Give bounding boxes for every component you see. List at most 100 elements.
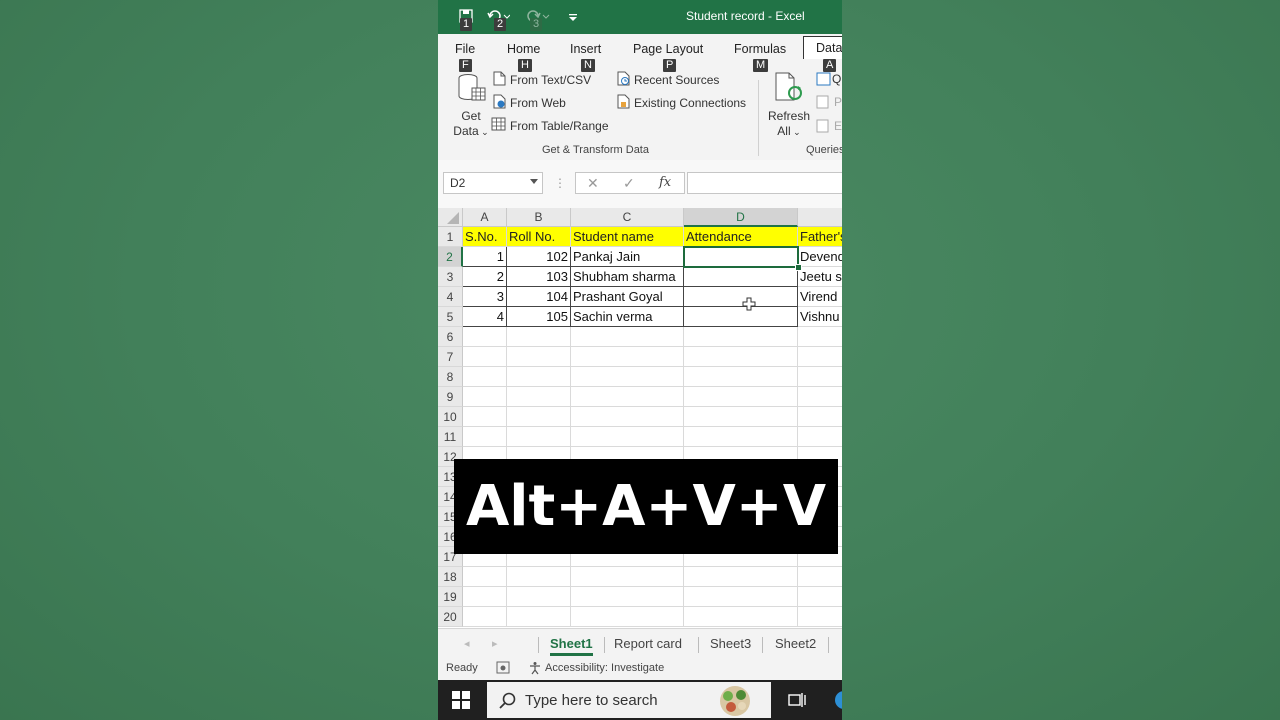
cell-a2[interactable]: 1 xyxy=(463,247,507,267)
tab-data[interactable]: Data xyxy=(803,36,842,59)
cell-d3[interactable] xyxy=(684,267,798,287)
accessibility-icon[interactable] xyxy=(528,661,542,678)
insert-function-icon[interactable]: fx xyxy=(659,175,671,190)
tab-page-layout[interactable]: Page Layout xyxy=(633,42,703,56)
cancel-icon[interactable]: ✕ xyxy=(587,175,599,192)
cell-e5[interactable]: Vishnu xyxy=(798,307,842,327)
queries-connections-icon[interactable] xyxy=(816,72,832,91)
fill-handle[interactable] xyxy=(795,264,802,271)
cell-b4[interactable]: 104 xyxy=(507,287,571,307)
scroll-left-icon[interactable]: ◂ xyxy=(464,637,470,650)
from-text-csv-button[interactable]: From Text/CSV xyxy=(493,71,591,89)
formula-bar: D2 ⋮ ✕ ✓ fx xyxy=(438,160,842,208)
macro-record-icon[interactable] xyxy=(496,661,510,677)
sheet-tab-sheet1[interactable]: Sheet1 xyxy=(550,636,593,656)
cell-e4[interactable]: Virend xyxy=(798,287,842,307)
tab-insert[interactable]: Insert xyxy=(570,42,601,56)
refresh-label-2: All xyxy=(777,124,791,138)
enter-icon[interactable]: ✓ xyxy=(623,175,635,192)
row-header-18[interactable]: 18 xyxy=(438,567,463,587)
sheet-separator xyxy=(762,637,763,653)
more-options-icon[interactable]: ⋮ xyxy=(554,176,566,190)
cell-c5[interactable]: Sachin verma xyxy=(571,307,684,327)
row-header-4[interactable]: 4 xyxy=(438,287,463,307)
from-table-range-button[interactable]: From Table/Range xyxy=(491,117,609,134)
cell-c1[interactable]: Student name xyxy=(571,227,684,247)
row-header-2[interactable]: 2 xyxy=(438,247,463,267)
row-header-6[interactable]: 6 xyxy=(438,327,463,347)
excel-window: 1 2 3 Student record - Excel File F Home… xyxy=(438,0,842,720)
column-header-d[interactable]: D xyxy=(684,208,798,227)
edge-browser-icon[interactable] xyxy=(834,690,842,715)
row-header-9[interactable]: 9 xyxy=(438,387,463,407)
cell-d1[interactable]: Attendance xyxy=(684,227,798,247)
row-header-20[interactable]: 20 xyxy=(438,607,463,627)
column-header-e[interactable] xyxy=(798,208,842,227)
row-header-10[interactable]: 10 xyxy=(438,407,463,427)
cell-d4[interactable] xyxy=(684,287,798,307)
get-data-button[interactable]: Get Data ⌄ xyxy=(452,72,490,140)
cell-d2[interactable] xyxy=(684,247,798,267)
accessibility-status[interactable]: Accessibility: Investigate xyxy=(545,662,664,674)
recent-sources-button[interactable]: Recent Sources xyxy=(617,71,719,89)
cell-b2[interactable]: 102 xyxy=(507,247,571,267)
refresh-all-button[interactable]: Refresh All ⌄ xyxy=(768,72,810,140)
recent-sources-label: Recent Sources xyxy=(634,73,720,87)
chevron-down-icon: ⌄ xyxy=(790,127,801,137)
cell-a4[interactable]: 3 xyxy=(463,287,507,307)
cell-b5[interactable]: 105 xyxy=(507,307,571,327)
chevron-down-icon[interactable] xyxy=(530,179,538,184)
row-header-5[interactable]: 5 xyxy=(438,307,463,327)
row-header-11[interactable]: 11 xyxy=(438,427,463,447)
column-header-c[interactable]: C xyxy=(571,208,684,227)
search-icon xyxy=(499,692,516,714)
cell-a5[interactable]: 4 xyxy=(463,307,507,327)
worksheet-grid[interactable]: A B C D 1 2 3 4 5 6 7 8 9 10 11 12 13 14… xyxy=(438,208,842,628)
name-box-value: D2 xyxy=(450,176,466,190)
cell-b1[interactable]: Roll No. xyxy=(507,227,571,247)
sheet-tab-sheet2[interactable]: Sheet2 xyxy=(775,636,816,651)
row-header-3[interactable]: 3 xyxy=(438,267,463,287)
from-web-button[interactable]: From Web xyxy=(493,94,566,112)
sheet-separator xyxy=(604,637,605,653)
taskbar-search-box[interactable]: Type here to search xyxy=(487,682,771,718)
task-view-icon[interactable] xyxy=(788,692,806,713)
text-file-icon xyxy=(493,71,506,89)
cell-a1[interactable]: S.No. xyxy=(463,227,507,247)
customize-qat-icon[interactable] xyxy=(568,10,578,28)
scroll-right-icon[interactable]: ▸ xyxy=(492,637,498,650)
cell-e1[interactable]: Father's xyxy=(798,227,842,247)
cell-b3[interactable]: 103 xyxy=(507,267,571,287)
cell-e3[interactable]: Jeetu s xyxy=(798,267,842,287)
select-all-button[interactable] xyxy=(438,208,463,227)
tab-home[interactable]: Home xyxy=(507,42,540,56)
title-bar: 1 2 3 Student record - Excel xyxy=(438,0,842,34)
windows-taskbar: Type here to search xyxy=(438,680,842,720)
cell-e2[interactable]: Devend xyxy=(798,247,842,267)
row-header-8[interactable]: 8 xyxy=(438,367,463,387)
sheet-tab-sheet3[interactable]: Sheet3 xyxy=(710,636,751,651)
column-header-a[interactable]: A xyxy=(463,208,507,227)
cell-c2[interactable]: Pankaj Jain xyxy=(571,247,684,267)
cell-c3[interactable]: Shubham sharma xyxy=(571,267,684,287)
sheet-tab-report-card[interactable]: Report card xyxy=(614,636,682,651)
keytip-redo: 3 xyxy=(530,18,543,31)
cell-c4[interactable]: Prashant Goyal xyxy=(571,287,684,307)
cell-d5[interactable] xyxy=(684,307,798,327)
get-data-label-1: Get xyxy=(461,109,481,123)
column-header-b[interactable]: B xyxy=(507,208,571,227)
row-header-7[interactable]: 7 xyxy=(438,347,463,367)
cell-a3[interactable]: 2 xyxy=(463,267,507,287)
formula-input[interactable] xyxy=(687,172,842,194)
keytip-undo: 2 xyxy=(494,18,507,31)
tab-formulas[interactable]: Formulas xyxy=(734,42,786,56)
ribbon-separator xyxy=(758,80,759,156)
existing-connections-button[interactable]: Existing Connections xyxy=(617,94,746,112)
tab-file[interactable]: File xyxy=(455,42,475,56)
sheet-separator xyxy=(828,637,829,653)
windows-start-icon[interactable] xyxy=(452,691,470,714)
row-header-1[interactable]: 1 xyxy=(438,227,463,247)
row-header-19[interactable]: 19 xyxy=(438,587,463,607)
name-box[interactable]: D2 xyxy=(443,172,543,194)
get-data-label-2: Data xyxy=(453,124,479,138)
